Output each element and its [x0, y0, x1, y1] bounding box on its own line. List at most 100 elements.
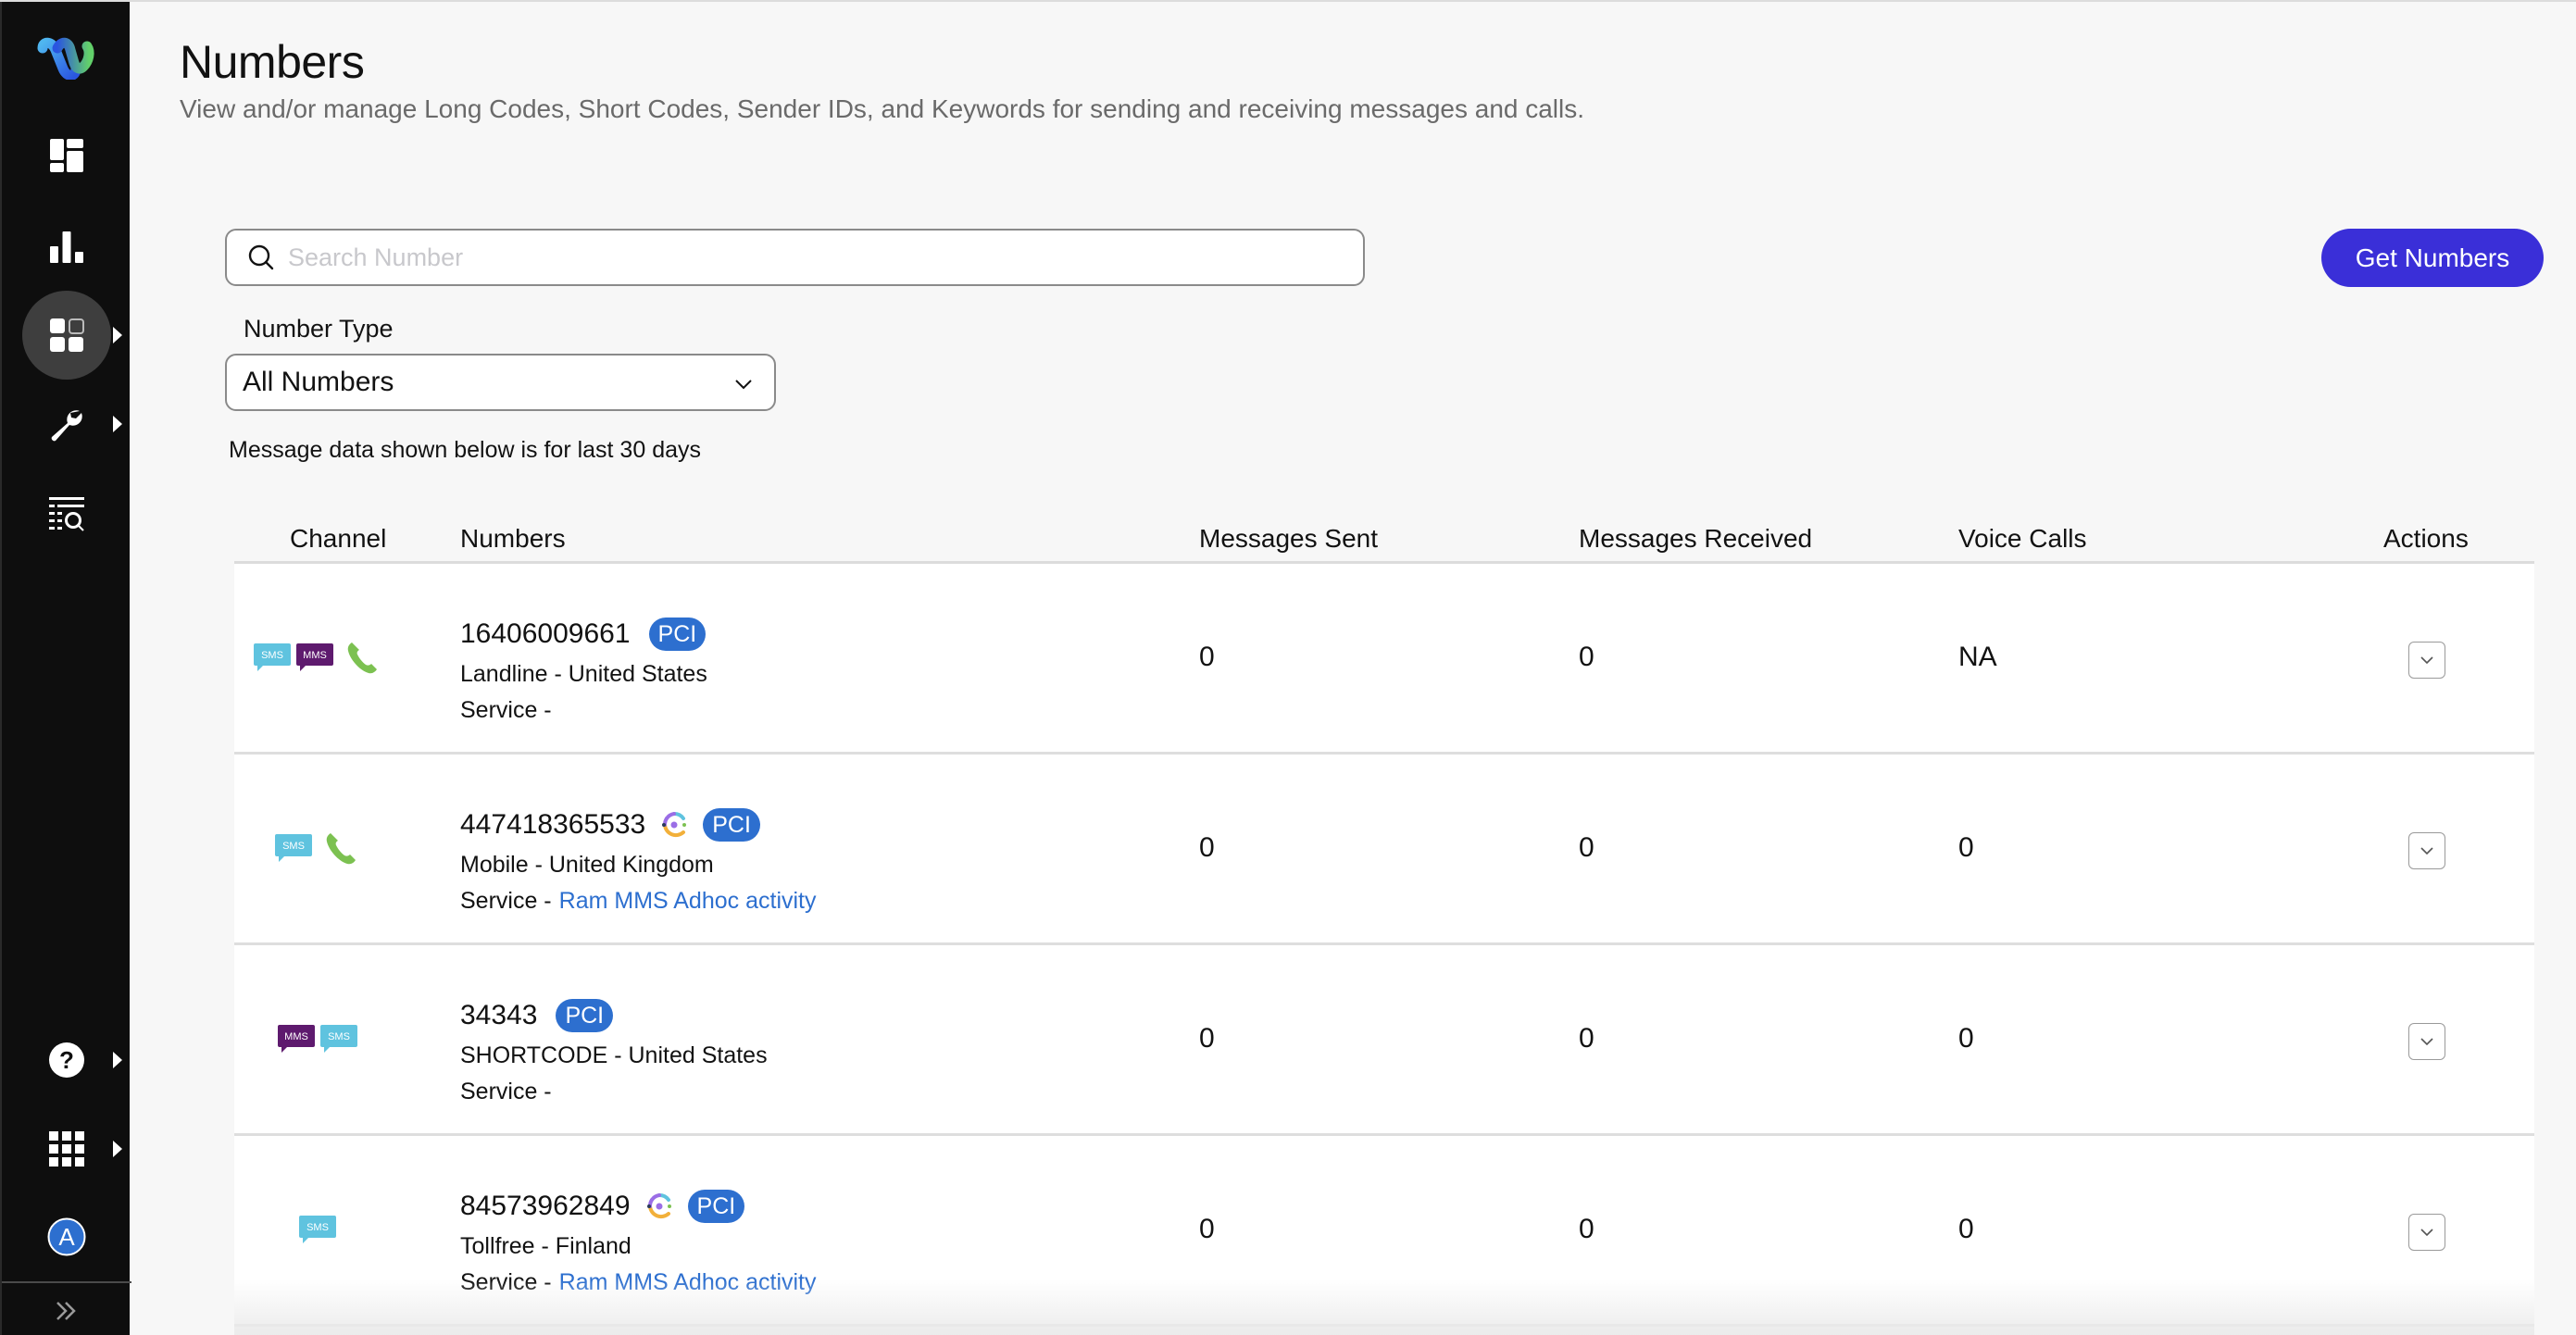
service-label: Service -: [460, 1078, 552, 1104]
voice-calls-value: NA: [1958, 642, 1997, 672]
ai-assistant-icon: [662, 812, 687, 838]
svg-text:SMS: SMS: [306, 1222, 329, 1233]
sidebar: ? A: [0, 2, 131, 1335]
service-link[interactable]: Ram MMS Adhoc activity: [559, 1269, 817, 1296]
column-header-messages-received[interactable]: Messages Received: [1579, 524, 1812, 554]
number-type-country: Mobile - United Kingdom: [460, 851, 714, 878]
sidebar-item-account[interactable]: A: [22, 1192, 111, 1281]
phone-number[interactable]: 34343: [460, 1000, 537, 1031]
column-header-messages-sent[interactable]: Messages Sent: [1199, 524, 1378, 554]
search-input[interactable]: [288, 243, 1307, 272]
dashboard-icon: [50, 139, 83, 172]
chevron-down-icon: [735, 380, 752, 390]
chevron-down-icon: [2420, 1229, 2433, 1237]
ai-assistant-icon: [646, 1193, 671, 1219]
help-submenu-caret-icon[interactable]: [113, 1052, 122, 1068]
row-actions-button[interactable]: [2408, 642, 2445, 679]
data-period-note: Message data shown below is for last 30 …: [229, 437, 701, 463]
table-row: SMS 84573962849 PCI Tollfree - Finland S…: [234, 1136, 2534, 1327]
number-type-label: Number Type: [244, 315, 394, 343]
pci-badge: PCI: [703, 808, 760, 842]
sms-channel-icon: SMS: [254, 643, 291, 671]
svg-text:MMS: MMS: [284, 1031, 308, 1042]
sidebar-item-dashboard[interactable]: [22, 111, 111, 200]
table-body: SMS MMS 16406009661 PCI Landline - United…: [234, 564, 2534, 1327]
pci-badge: PCI: [556, 999, 614, 1032]
webex-logo-icon[interactable]: [37, 37, 96, 80]
service-label: Service -: [460, 887, 552, 914]
voice-channel-icon: [347, 642, 377, 673]
channel-cell: MMS SMS: [234, 945, 401, 1133]
row-actions-button[interactable]: [2408, 832, 2445, 869]
phone-number[interactable]: 16406009661: [460, 618, 631, 650]
phone-number[interactable]: 84573962849: [460, 1191, 631, 1222]
number-cell: 84573962849 PCI Tollfree - Finland Servi…: [460, 1188, 817, 1301]
column-header-actions: Actions: [2383, 524, 2469, 553]
sms-channel-icon: SMS: [320, 1024, 357, 1053]
channel-cell: SMS: [234, 1136, 401, 1324]
apps-grid-icon: [50, 318, 84, 352]
wrench-icon: [51, 410, 82, 442]
messages-received-value: 0: [1579, 1214, 1594, 1244]
messages-sent-value: 0: [1199, 1023, 1215, 1054]
row-actions-button[interactable]: [2408, 1023, 2445, 1060]
mms-channel-icon: MMS: [278, 1024, 315, 1053]
messages-received-value: 0: [1579, 832, 1594, 863]
search-icon: [248, 244, 274, 270]
service-line: Service - Ram MMS Adhoc activity: [460, 1264, 817, 1301]
avatar-icon: A: [47, 1217, 86, 1256]
channel-cell: SMS: [234, 755, 401, 942]
app-launcher-submenu-caret-icon[interactable]: [113, 1141, 122, 1157]
svg-text:SMS: SMS: [282, 841, 305, 852]
service-line: Service -: [460, 692, 707, 729]
number-cell: 34343 PCI SHORTCODE - United States Serv…: [460, 997, 768, 1110]
mms-channel-icon: MMS: [296, 643, 333, 671]
svg-text:SMS: SMS: [328, 1031, 350, 1042]
number-cell: 16406009661 PCI Landline - United States…: [460, 616, 707, 729]
sidebar-item-logs[interactable]: [22, 468, 111, 557]
chevron-down-icon: [2420, 847, 2433, 855]
column-header-channel[interactable]: Channel: [290, 524, 386, 554]
voice-channel-icon: [326, 832, 356, 864]
page-title: Numbers: [180, 36, 365, 88]
number-type-country: Tollfree - Finland: [460, 1232, 631, 1259]
sidebar-item-analytics[interactable]: [22, 202, 111, 291]
service-label: Service -: [460, 1268, 552, 1295]
expand-sidebar-button[interactable]: [50, 1294, 83, 1328]
table-header: Channel Numbers Messages Sent Messages R…: [234, 511, 2534, 564]
app-root: ? A Numbers View and/or manage Long Code…: [0, 0, 2576, 1335]
page-subtitle: View and/or manage Long Codes, Short Cod…: [180, 94, 1585, 123]
phone-number[interactable]: 447418365533: [460, 809, 645, 841]
pci-badge: PCI: [687, 1190, 745, 1223]
messages-sent-value: 0: [1199, 1214, 1215, 1244]
column-header-numbers[interactable]: Numbers: [460, 524, 566, 554]
column-header-voice-calls[interactable]: Voice Calls: [1958, 524, 2087, 554]
list-search-icon: [49, 497, 84, 531]
assets-submenu-caret-icon[interactable]: [113, 327, 122, 343]
tools-submenu-caret-icon[interactable]: [113, 416, 122, 432]
grid-icon: [49, 1131, 84, 1167]
pci-badge: PCI: [648, 618, 707, 651]
sidebar-item-assets[interactable]: [22, 291, 111, 380]
messages-received-value: 0: [1579, 1023, 1594, 1054]
sidebar-item-app-launcher[interactable]: [22, 1104, 111, 1193]
number-type-selected-value: All Numbers: [243, 367, 394, 397]
table-row: MMS SMS 34343 PCI SHORTCODE - United Stat…: [234, 945, 2534, 1136]
search-field[interactable]: [225, 229, 1365, 286]
sidebar-item-tools[interactable]: [22, 380, 111, 468]
number-cell: 447418365533 PCI Mobile - United Kingdom…: [460, 806, 817, 919]
service-link[interactable]: Ram MMS Adhoc activity: [559, 888, 817, 915]
messages-sent-value: 0: [1199, 832, 1215, 863]
voice-calls-value: 0: [1958, 1214, 1974, 1244]
number-type-country: Landline - United States: [460, 660, 707, 687]
get-numbers-button[interactable]: Get Numbers: [2321, 229, 2544, 287]
service-line: Service -: [460, 1073, 768, 1110]
sidebar-item-help[interactable]: ?: [22, 1016, 111, 1104]
voice-calls-value: 0: [1958, 832, 1974, 863]
sms-channel-icon: SMS: [299, 1215, 336, 1243]
number-type-select[interactable]: All Numbers: [225, 354, 776, 411]
messages-received-value: 0: [1579, 642, 1594, 672]
row-actions-button[interactable]: [2408, 1214, 2445, 1251]
service-label: Service -: [460, 696, 552, 723]
double-chevron-right-icon: [56, 1302, 76, 1320]
